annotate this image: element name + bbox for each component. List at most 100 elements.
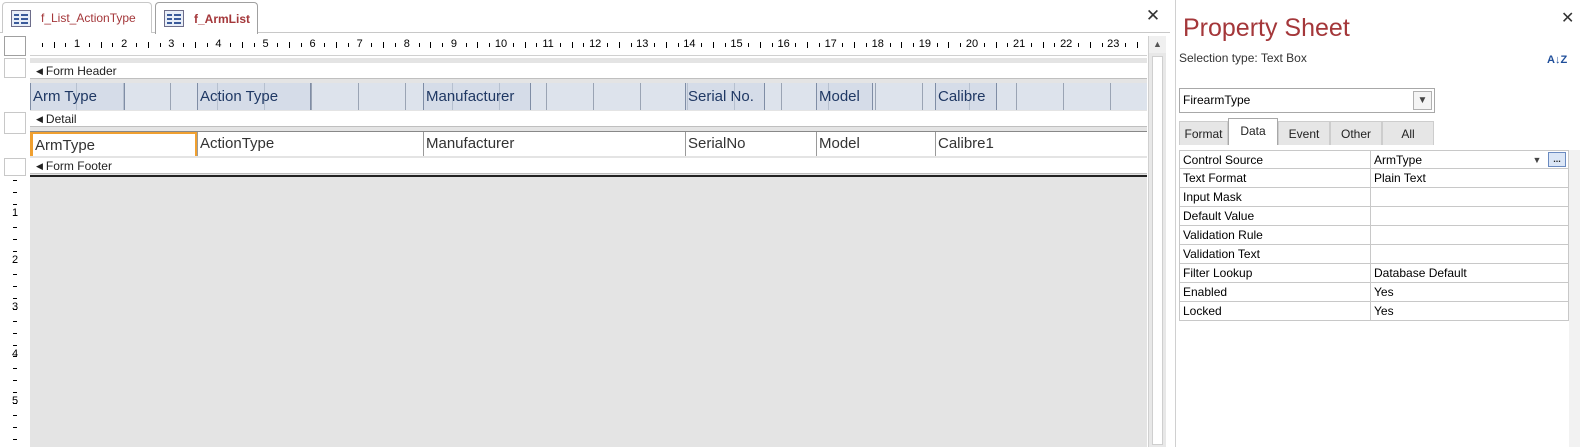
- label-calibre[interactable]: Calibre: [935, 83, 997, 110]
- property-name: Enabled: [1180, 283, 1371, 301]
- label-serial-no[interactable]: Serial No.: [685, 83, 765, 110]
- property-value[interactable]: Yes: [1371, 283, 1568, 301]
- ruler-number: 5: [12, 395, 19, 407]
- ellipsis-builder-icon[interactable]: ...: [1548, 152, 1566, 167]
- property-value-text: ArmType: [1374, 153, 1423, 167]
- property-value[interactable]: [1371, 188, 1568, 206]
- label-arm-type[interactable]: Arm Type: [30, 83, 125, 110]
- chevron-down-icon[interactable]: ▼: [1413, 91, 1432, 110]
- detail-bar[interactable]: ◀ Detail: [30, 111, 1147, 127]
- scrollbar-thumb[interactable]: [1152, 56, 1163, 445]
- ruler-tick: [1089, 42, 1091, 48]
- tab-other[interactable]: Other: [1330, 121, 1382, 145]
- tab-format[interactable]: Format: [1179, 121, 1228, 145]
- ruler-tick: [489, 43, 491, 47]
- detail-section[interactable]: ArmType ActionType Manufacturer SerialNo…: [30, 131, 1147, 156]
- property-row[interactable]: Default Value: [1179, 207, 1569, 226]
- ruler-tick: [948, 42, 950, 48]
- object-selector-combo[interactable]: FirearmType ▼: [1179, 88, 1435, 113]
- ruler-tick: [206, 43, 208, 47]
- ruler-tick: [183, 43, 185, 47]
- ruler-tick: [159, 43, 161, 47]
- form-header-section[interactable]: Arm Type Action Type Manufacturer Serial…: [30, 83, 1147, 110]
- property-row[interactable]: Locked Yes: [1179, 302, 1569, 321]
- ruler-number: 16: [777, 38, 790, 50]
- field-calibre1[interactable]: Calibre1: [935, 132, 1147, 156]
- property-name: Locked: [1180, 302, 1371, 320]
- section-selector[interactable]: [4, 158, 26, 176]
- property-value[interactable]: ArmType ▼...: [1371, 151, 1568, 168]
- tab-data[interactable]: Data: [1228, 118, 1278, 145]
- property-value[interactable]: Database Default: [1371, 264, 1568, 282]
- property-value[interactable]: [1371, 245, 1568, 263]
- tab-all[interactable]: All: [1382, 121, 1434, 145]
- property-sheet-pane: Property Sheet ✕ Selection type: Text Bo…: [1175, 0, 1580, 447]
- ruler-tick: [701, 43, 703, 47]
- scroll-up-icon[interactable]: ▲: [1149, 36, 1166, 53]
- property-row[interactable]: Validation Rule: [1179, 226, 1569, 245]
- form-icon: [164, 10, 184, 27]
- section-expander-icon: ◀: [36, 161, 43, 171]
- property-row[interactable]: Filter Lookup Database Default: [1179, 264, 1569, 283]
- chevron-down-icon[interactable]: ▼: [1529, 152, 1545, 168]
- ruler-tick: [960, 43, 962, 47]
- section-selector[interactable]: [4, 58, 26, 78]
- property-row[interactable]: Input Mask: [1179, 188, 1569, 207]
- ruler-tick: [41, 43, 43, 47]
- field-serialno[interactable]: SerialNo: [685, 132, 816, 156]
- property-value[interactable]: [1371, 226, 1568, 244]
- form-design-surface[interactable]: ◀ Form Header Arm Type Action Type Manufa…: [30, 58, 1147, 447]
- ruler-tick: [13, 332, 17, 334]
- label-action-type[interactable]: Action Type: [197, 83, 311, 110]
- section-expander-icon: ◀: [36, 114, 43, 124]
- close-icon[interactable]: ✕: [1561, 8, 1574, 28]
- ruler-tick: [395, 43, 397, 47]
- ruler-number: 14: [683, 38, 696, 50]
- form-header-bar[interactable]: ◀ Form Header: [30, 63, 1147, 79]
- ruler-tick: [383, 42, 385, 48]
- ruler-tick: [913, 43, 915, 47]
- ruler-tick: [1077, 43, 1079, 47]
- vertical-ruler[interactable]: 1 2 3 4 5: [4, 58, 26, 447]
- ruler-tick: [712, 42, 714, 48]
- vertical-scrollbar[interactable]: ▲: [1148, 36, 1166, 447]
- property-sheet-title: Property Sheet: [1183, 14, 1350, 42]
- ruler-tick: [13, 379, 17, 381]
- horizontal-ruler[interactable]: 1 2 3 4 5 6 7 8 9 10 11 12 13 14 15 16 17 18 19 20 21 22 23: [30, 36, 1150, 56]
- ruler-tick: [807, 42, 809, 48]
- ruler-tick: [983, 43, 985, 47]
- ruler-number: 5: [262, 38, 269, 50]
- property-grid: Control Source ArmType ▼... Text Format Plai…: [1179, 150, 1569, 321]
- document-tab-bar: f_List_ActionType f_ArmList ✕: [0, 0, 1170, 34]
- form-selector[interactable]: [4, 36, 26, 56]
- ruler-number: 15: [730, 38, 743, 50]
- tab-event[interactable]: Event: [1278, 121, 1330, 145]
- label-model[interactable]: Model: [816, 83, 873, 110]
- property-row[interactable]: Enabled Yes: [1179, 283, 1569, 302]
- property-value[interactable]: [1371, 207, 1568, 225]
- close-icon[interactable]: ✕: [1143, 6, 1163, 26]
- property-value[interactable]: Plain Text: [1371, 169, 1568, 187]
- ruler-tick: [336, 42, 338, 48]
- property-value[interactable]: Yes: [1371, 302, 1568, 320]
- form-footer-bar[interactable]: ◀ Form Footer: [30, 158, 1147, 174]
- form-icon: [11, 9, 31, 27]
- label-manufacturer[interactable]: Manufacturer: [423, 83, 531, 110]
- ruler-tick: [842, 43, 844, 47]
- ruler-tick: [13, 203, 17, 205]
- property-scrollbar[interactable]: [1569, 150, 1580, 447]
- ruler-tick: [536, 43, 538, 47]
- ruler-tick: [724, 43, 726, 47]
- field-model[interactable]: Model: [816, 132, 935, 156]
- field-manufacturer[interactable]: Manufacturer: [423, 132, 685, 156]
- property-row[interactable]: Text Format Plain Text: [1179, 169, 1569, 188]
- section-selector[interactable]: [4, 112, 26, 134]
- property-row[interactable]: Validation Text: [1179, 245, 1569, 264]
- property-row[interactable]: Control Source ArmType ▼...: [1179, 150, 1569, 169]
- tab-f-armlist[interactable]: f_ArmList: [155, 2, 258, 34]
- tab-f-list-actiontype[interactable]: f_List_ActionType: [2, 2, 152, 33]
- sort-az-icon[interactable]: A↓Z: [1547, 55, 1569, 77]
- field-armtype[interactable]: ArmType: [30, 132, 197, 156]
- ruler-tick: [771, 43, 773, 47]
- field-actiontype[interactable]: ActionType: [197, 132, 423, 156]
